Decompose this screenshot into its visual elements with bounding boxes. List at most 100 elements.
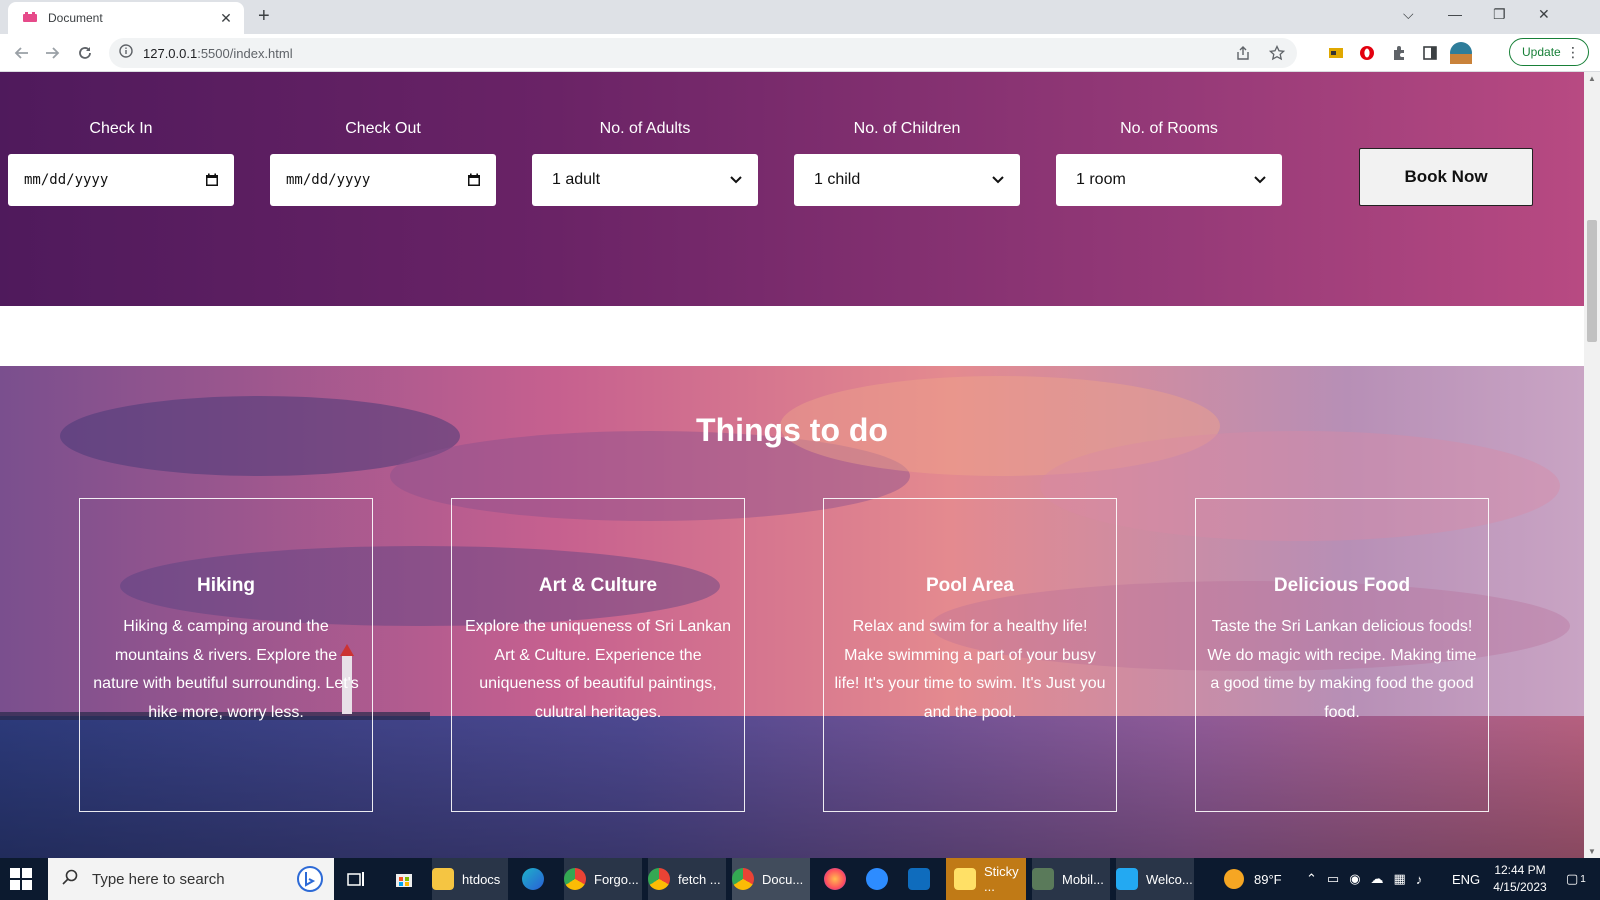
weather-temp: 89°F xyxy=(1254,871,1282,887)
weather-widget[interactable]: 89°F xyxy=(1224,858,1282,900)
activity-card-delicious-food: Delicious Food Taste the Sri Lankan deli… xyxy=(1195,498,1489,812)
meet-now-icon[interactable]: ◉ xyxy=(1349,871,1360,887)
search-icon xyxy=(62,869,78,889)
share-icon[interactable] xyxy=(1235,45,1251,66)
activity-card-pool-area: Pool Area Relax and swim for a healthy l… xyxy=(823,498,1117,812)
menu-dots-icon[interactable]: ⋮ xyxy=(1566,44,1580,61)
network-icon[interactable]: ▦ xyxy=(1394,871,1406,887)
close-window-button[interactable]: ✕ xyxy=(1538,6,1550,23)
tab-search-icon[interactable]: ⌵ xyxy=(1403,6,1414,23)
edge-browser-icon[interactable] xyxy=(522,858,544,900)
system-tray: ⌃ ▭ ◉ ☁ ▦ ♪ xyxy=(1306,858,1422,900)
store-app-icon[interactable] xyxy=(394,858,414,900)
folder-icon xyxy=(432,868,454,890)
update-button[interactable]: Update ⋮ xyxy=(1509,38,1589,66)
extension-icon[interactable] xyxy=(1325,42,1347,64)
taskbar-app-label: fetch ... xyxy=(678,871,721,887)
notification-icon: ▢ xyxy=(1566,871,1579,886)
rooms-select[interactable]: 1 room xyxy=(1056,154,1282,206)
page-favicon-icon xyxy=(22,10,38,26)
profile-avatar[interactable] xyxy=(1450,42,1472,64)
adults-value: 1 adult xyxy=(552,171,601,188)
restore-button[interactable]: ❐ xyxy=(1493,6,1506,23)
reload-icon[interactable] xyxy=(73,41,97,65)
notification-center[interactable]: ▢ 1 xyxy=(1566,858,1586,900)
adults-field: No. of Adults 1 adult xyxy=(532,120,758,206)
onedrive-cloud-icon[interactable]: ☁ xyxy=(1371,871,1384,887)
tab-close-icon[interactable]: ✕ xyxy=(218,10,234,27)
adults-select[interactable]: 1 adult xyxy=(532,154,758,206)
task-view-icon[interactable] xyxy=(347,858,365,900)
update-label: Update xyxy=(1522,45,1561,59)
book-now-button[interactable]: Book Now xyxy=(1359,148,1533,206)
chevron-down-icon xyxy=(990,172,1006,188)
taskbar-app-sticky-notes[interactable]: Sticky ... xyxy=(946,858,1026,900)
site-info-icon[interactable] xyxy=(119,43,133,63)
taskbar-app-fetch[interactable]: fetch ... xyxy=(648,858,726,900)
taskbar-app-label: Mobil... xyxy=(1062,871,1104,887)
windows-start-icon[interactable] xyxy=(10,868,34,892)
sticky-notes-icon xyxy=(954,868,976,890)
tab-title: Document xyxy=(48,11,103,25)
taskbar-app-label: Sticky ... xyxy=(984,864,1019,894)
minimize-button[interactable]: — xyxy=(1448,6,1462,22)
rooms-label: No. of Rooms xyxy=(1120,120,1218,137)
taskbar-app-vscode[interactable]: Welco... xyxy=(1116,858,1194,900)
volume-icon[interactable]: ♪ xyxy=(1416,872,1423,887)
check-in-input[interactable]: mm/dd/yyyy xyxy=(8,154,234,206)
check-out-input[interactable]: mm/dd/yyyy xyxy=(270,154,496,206)
section-title: Things to do xyxy=(696,412,888,448)
url-text: 127.0.0.1:5500/index.html xyxy=(143,45,293,61)
search-placeholder: Type here to search xyxy=(92,870,225,888)
booking-bar: Check In mm/dd/yyyy Check Out mm/dd/yyyy… xyxy=(0,72,1584,306)
card-title: Pool Area xyxy=(926,575,1014,596)
taskbar-app-htdocs[interactable]: htdocs xyxy=(432,858,508,900)
page-viewport: Check In mm/dd/yyyy Check Out mm/dd/yyyy… xyxy=(0,72,1584,858)
opera-extension-icon[interactable] xyxy=(1356,42,1378,64)
card-title: Hiking xyxy=(196,575,256,596)
card-title: Delicious Food xyxy=(1273,575,1411,596)
rooms-field: No. of Rooms 1 room xyxy=(1056,120,1282,206)
calendar-icon[interactable] xyxy=(466,172,482,188)
chevron-down-icon xyxy=(1252,172,1268,188)
card-description: Relax and swim for a healthy life! Make … xyxy=(834,618,1106,721)
forward-arrow-icon[interactable] xyxy=(40,41,64,65)
browser-tab[interactable]: Document ✕ xyxy=(8,2,244,34)
side-panel-icon[interactable] xyxy=(1419,42,1441,64)
taskbar-app-mobile[interactable]: Mobil... xyxy=(1032,858,1110,900)
tray-chevron-up-icon[interactable]: ⌃ xyxy=(1306,871,1317,887)
card-description: Taste the Sri Lankan delicious foods! We… xyxy=(1207,618,1477,721)
tab-strip: Document ✕ + ⌵ — ❐ ✕ xyxy=(0,0,1600,34)
scrollbar-thumb[interactable] xyxy=(1587,220,1597,342)
bookmark-star-icon[interactable] xyxy=(1268,44,1286,66)
mail-icon[interactable] xyxy=(908,858,930,900)
chevron-down-icon xyxy=(728,172,744,188)
children-select[interactable]: 1 child xyxy=(794,154,1020,206)
system-clock[interactable]: 12:44 PM 4/15/2023 xyxy=(1485,862,1555,896)
address-bar[interactable]: 127.0.0.1:5500/index.html xyxy=(109,38,1297,68)
back-arrow-icon[interactable] xyxy=(10,41,34,65)
scroll-down-arrow-icon[interactable]: ▼ xyxy=(1588,847,1596,856)
scroll-up-arrow-icon[interactable]: ▲ xyxy=(1588,74,1596,83)
new-tab-button[interactable]: + xyxy=(258,6,270,26)
adults-label: No. of Adults xyxy=(599,120,691,137)
firefox-icon[interactable] xyxy=(824,858,846,900)
bing-icon[interactable] xyxy=(296,865,324,897)
extensions-puzzle-icon[interactable] xyxy=(1388,42,1410,64)
zoom-icon[interactable] xyxy=(866,858,888,900)
language-indicator[interactable]: ENG xyxy=(1452,858,1480,900)
battery-icon[interactable]: ▭ xyxy=(1327,871,1339,887)
taskbar-app-document[interactable]: Docu... xyxy=(732,858,810,900)
card-title: Art & Culture xyxy=(538,575,658,596)
chrome-icon xyxy=(564,868,586,890)
calendar-icon[interactable] xyxy=(204,172,220,188)
taskbar-app-label: Welco... xyxy=(1146,871,1193,887)
taskbar-app-forgot[interactable]: Forgo... xyxy=(564,858,642,900)
chrome-icon xyxy=(732,868,754,890)
page-scrollbar[interactable]: ▲ ▼ xyxy=(1584,72,1600,858)
check-in-field: Check In mm/dd/yyyy xyxy=(8,120,234,206)
taskbar-search-box[interactable]: Type here to search xyxy=(48,858,334,900)
card-description: Hiking & camping around the mountains & … xyxy=(93,618,359,721)
rooms-value: 1 room xyxy=(1076,171,1126,188)
things-to-do-section: Things to do Hiking Hiking & camping aro… xyxy=(0,366,1584,858)
